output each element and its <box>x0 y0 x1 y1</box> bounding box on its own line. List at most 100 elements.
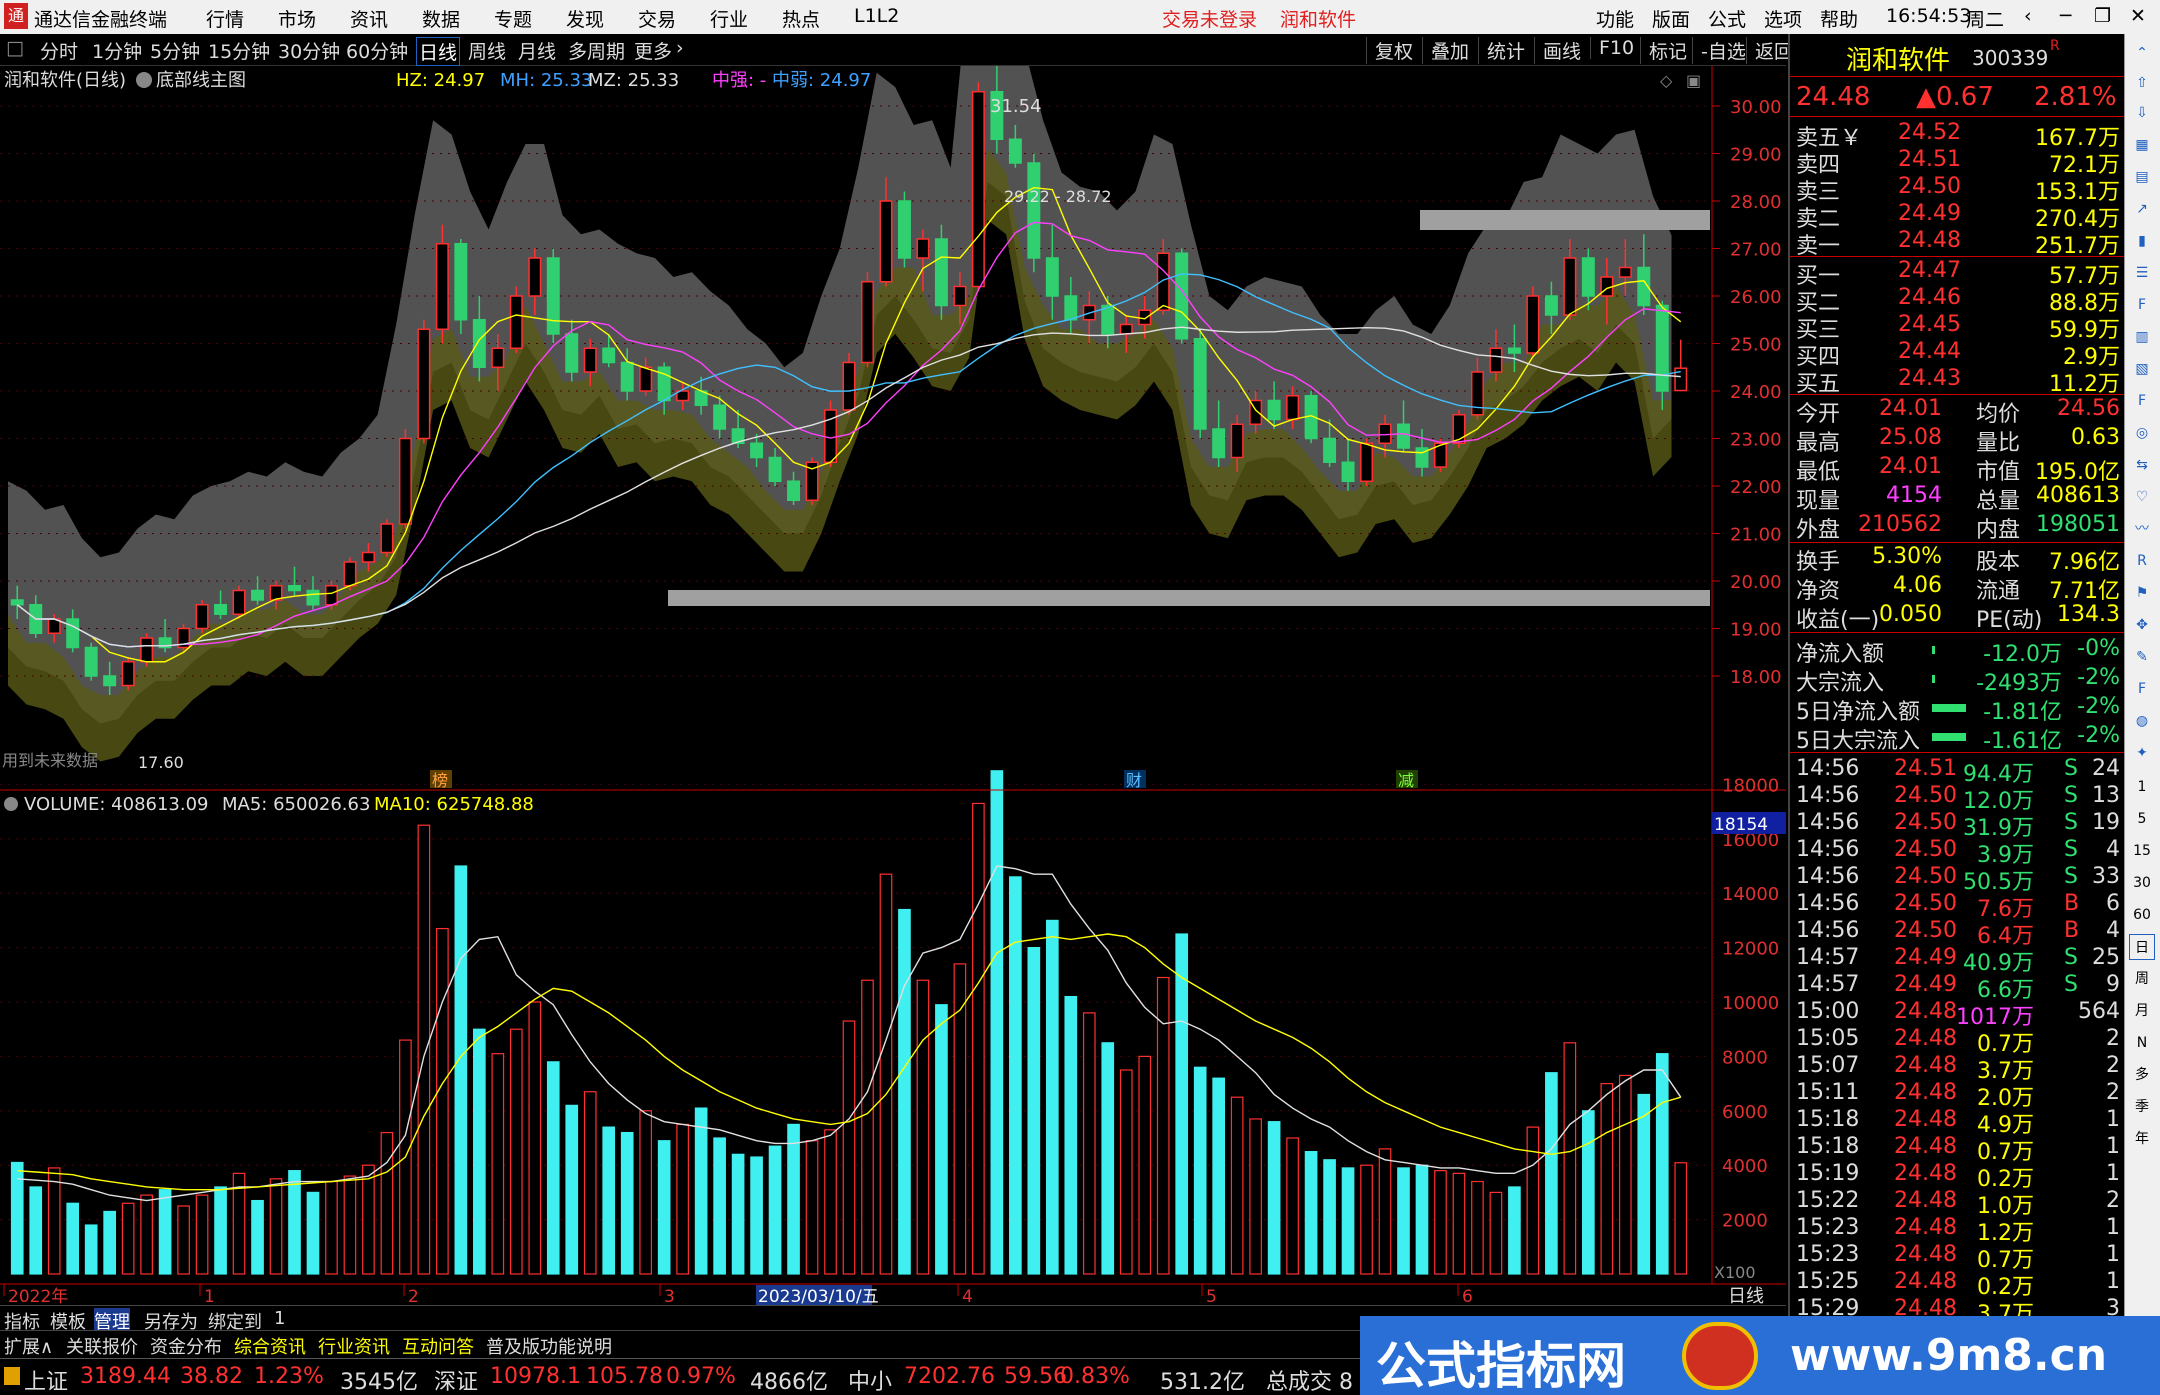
period-daily[interactable]: 日线 <box>416 37 461 66</box>
report-icon[interactable]: ▥ <box>2129 324 2155 350</box>
sidebar-year[interactable]: 年 <box>2129 1126 2155 1152</box>
tool-watchlist[interactable]: -自选 <box>1692 37 1746 64</box>
candle-body <box>324 585 338 606</box>
tool-adjust[interactable]: 复权 <box>1366 37 1413 64</box>
candle-body <box>306 589 320 606</box>
close-icon[interactable]: ✕ <box>2130 5 2146 27</box>
tool-f10[interactable]: F10 <box>1590 37 1634 59</box>
circle-icon[interactable]: ◎ <box>2129 420 2155 446</box>
menu-trade[interactable]: 交易 <box>638 5 676 32</box>
indicator-name[interactable]: 底部线主图 <box>156 70 246 91</box>
back-icon[interactable]: ‹ <box>2024 5 2032 27</box>
period-5min[interactable]: 5分钟 <box>150 37 200 64</box>
list-icon[interactable]: ☰ <box>2129 260 2155 286</box>
tab-industry-news[interactable]: 行业资讯 <box>318 1333 390 1359</box>
rsi-icon[interactable]: R <box>2129 548 2155 574</box>
menu-news[interactable]: 资讯 <box>350 5 388 32</box>
tick-row: 15:19 24.48 0.2万 1 <box>1796 1161 2120 1192</box>
tool-stats[interactable]: 统计 <box>1478 37 1525 64</box>
tool-overlay[interactable]: 叠加 <box>1422 37 1469 64</box>
sidebar-week[interactable]: 周 <box>2129 966 2155 992</box>
tab-related[interactable]: 关联报价 <box>66 1333 138 1359</box>
menu-quotes[interactable]: 行情 <box>206 5 244 32</box>
globe-icon[interactable]: ◍ <box>2129 708 2155 734</box>
tab-count[interactable]: 1 <box>274 1308 285 1329</box>
index-sh-name[interactable]: 上证 <box>24 1364 68 1395</box>
period-30min[interactable]: 30分钟 <box>278 37 340 64</box>
tool-return[interactable]: 返回 <box>1746 37 1793 64</box>
period-monthly[interactable]: 月线 <box>518 37 556 64</box>
tab-news[interactable]: 综合资讯 <box>234 1333 306 1359</box>
period-multi[interactable]: 多周期 <box>568 37 625 64</box>
sidebar-5[interactable]: 5 <box>2129 806 2155 832</box>
pen-icon[interactable]: ✎ <box>2129 644 2155 670</box>
flag-icon[interactable]: ⚑ <box>2129 580 2155 606</box>
sidebar-15[interactable]: 15 <box>2129 838 2155 864</box>
pin-icon[interactable]: ◇ <box>1660 71 1673 90</box>
panel-toggle-icon[interactable]: ▣ <box>1686 71 1701 90</box>
menu-market[interactable]: 市场 <box>278 5 316 32</box>
collapse-icon[interactable]: □ <box>6 37 24 59</box>
volume-bar <box>1600 1082 1614 1275</box>
sidebar-1[interactable]: 1 <box>2129 774 2155 800</box>
sidebar-60[interactable]: 60 <box>2129 902 2155 928</box>
volume-tick-label: 2000 <box>1722 1211 1768 1232</box>
tab-fund-dist[interactable]: 资金分布 <box>150 1333 222 1359</box>
sidebar-multi[interactable]: 多 <box>2129 1062 2155 1088</box>
indicator-dropdown-icon[interactable] <box>136 72 152 88</box>
menu-function[interactable]: 功能 <box>1596 5 1634 32</box>
sidebar-30[interactable]: 30 <box>2129 870 2155 896</box>
settings-icon[interactable]: ✦ <box>2129 740 2155 766</box>
volume-dropdown-icon[interactable] <box>4 797 18 811</box>
move-icon[interactable]: ✥ <box>2129 612 2155 638</box>
menu-industry[interactable]: 行业 <box>710 5 748 32</box>
tool-mark[interactable]: 标记 <box>1640 37 1687 64</box>
menu-layout[interactable]: 版面 <box>1652 5 1690 32</box>
index-zx-name[interactable]: 中小 <box>848 1364 892 1395</box>
period-15min[interactable]: 15分钟 <box>208 37 270 64</box>
fin-icon[interactable]: F <box>2129 292 2155 318</box>
fs-icon[interactable]: F <box>2129 388 2155 414</box>
chevron-up-icon[interactable]: ⌃ <box>2129 40 2155 66</box>
tab-qa[interactable]: 互动问答 <box>402 1333 474 1359</box>
sidebar-quarter[interactable]: 季 <box>2129 1094 2155 1120</box>
zr-value: 中弱: 24.97 <box>772 70 871 91</box>
menu-topics[interactable]: 专题 <box>494 5 532 32</box>
menu-help[interactable]: 帮助 <box>1820 5 1858 32</box>
kline-chart[interactable]: 润和软件(日线) 底部线主图 HZ: 24.97 MH: 25.33 MZ: 2… <box>0 66 1786 1306</box>
sidebar-month[interactable]: 月 <box>2129 998 2155 1024</box>
candle-icon[interactable]: ▮ <box>2129 228 2155 254</box>
menu-hot[interactable]: 热点 <box>782 5 820 32</box>
arrow-down-icon[interactable]: ⇩ <box>2129 100 2155 126</box>
period-more[interactable]: 更多 <box>634 37 672 64</box>
heart-icon[interactable]: ♡ <box>2129 484 2155 510</box>
tool-draw[interactable]: 画线 <box>1534 37 1581 64</box>
period-60min[interactable]: 60分钟 <box>346 37 408 64</box>
trend-icon[interactable]: ↗ <box>2129 196 2155 222</box>
chart-line-icon[interactable]: 〰 <box>2129 516 2155 542</box>
compare-icon[interactable]: ⇆ <box>2129 452 2155 478</box>
fs2-icon[interactable]: F <box>2129 676 2155 702</box>
menu-formula[interactable]: 公式 <box>1708 5 1746 32</box>
period-weekly[interactable]: 周线 <box>468 37 506 64</box>
menu-l1l2[interactable]: L1L2 <box>854 5 899 27</box>
doc-icon[interactable]: ▧ <box>2129 356 2155 382</box>
table-icon[interactable]: ▤ <box>2129 164 2155 190</box>
menu-discover[interactable]: 发现 <box>566 5 604 32</box>
index-sz-name[interactable]: 深证 <box>434 1364 478 1395</box>
maximize-icon[interactable]: ❐ <box>2094 5 2111 27</box>
arrow-up-icon[interactable]: ⇧ <box>2129 70 2155 96</box>
period-timeshare[interactable]: 分时 <box>40 37 78 64</box>
login-status[interactable]: 交易未登录 <box>1162 5 1257 32</box>
tab-extend[interactable]: 扩展∧ <box>4 1333 53 1359</box>
zq-value: 中强: - <box>712 70 766 91</box>
menu-data[interactable]: 数据 <box>422 5 460 32</box>
tab-help[interactable]: 普及版功能说明 <box>486 1333 612 1359</box>
period-1min[interactable]: 1分钟 <box>92 37 142 64</box>
grid-icon[interactable]: ▦ <box>2129 132 2155 158</box>
index-sz-pct: 0.97% <box>666 1364 736 1389</box>
sidebar-n[interactable]: N <box>2129 1030 2155 1056</box>
sidebar-day[interactable]: 日 <box>2129 934 2155 960</box>
minimize-icon[interactable]: ─ <box>2060 5 2071 27</box>
menu-options[interactable]: 选项 <box>1764 5 1802 32</box>
